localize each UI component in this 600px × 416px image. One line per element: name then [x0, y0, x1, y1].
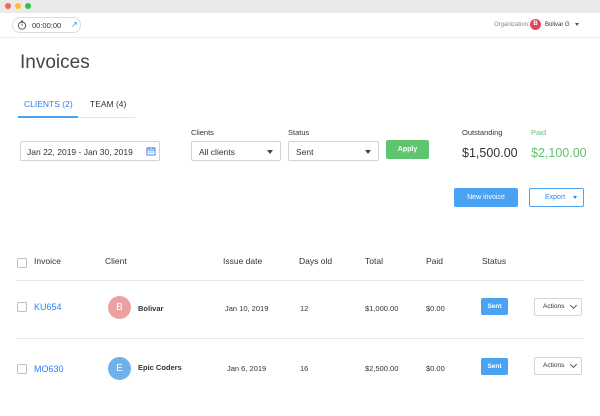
status-badge: Sent	[481, 298, 508, 315]
arrow-up-right-icon[interactable]: ↗	[71, 20, 78, 29]
row-checkbox[interactable]	[17, 302, 27, 312]
status-filter-label: Status	[288, 128, 310, 137]
actions-label: Actions	[543, 303, 565, 310]
chevron-down-icon	[569, 301, 578, 310]
page-title: Invoices	[20, 52, 90, 73]
caret-down-icon	[365, 150, 371, 154]
caret-down-icon[interactable]	[575, 23, 579, 26]
new-invoice-button[interactable]: New invoice	[454, 188, 518, 207]
organization-avatar[interactable]: B	[530, 19, 541, 30]
window-titlebar	[0, 0, 600, 13]
select-all-checkbox[interactable]	[17, 258, 27, 268]
stopwatch-icon	[17, 20, 27, 30]
column-header-invoice[interactable]: Invoice	[34, 256, 61, 266]
caret-down-icon	[267, 150, 273, 154]
client-avatar: E	[108, 357, 131, 380]
invoice-paid: $0.00	[426, 304, 445, 313]
top-bar: 00:00:00 ↗ Organization: B Bolivar G	[0, 13, 600, 38]
days-old: 16	[300, 364, 309, 373]
invoice-total: $1,000.00	[365, 304, 399, 313]
organization-label: Organization:	[494, 22, 530, 28]
outstanding-label: Outstanding	[462, 128, 503, 137]
status-select[interactable]: Sent	[288, 141, 379, 161]
row-divider	[16, 338, 584, 339]
calendar-icon[interactable]	[146, 146, 156, 156]
days-old: 12	[300, 304, 309, 313]
timer-widget[interactable]: 00:00:00 ↗	[12, 17, 81, 33]
invoice-number-link[interactable]: MO630	[34, 364, 64, 374]
column-header-issue-date[interactable]: Issue date	[223, 256, 262, 266]
actions-dropdown-button[interactable]: Actions	[534, 357, 582, 375]
outstanding-amount: $1,500.00	[462, 146, 518, 160]
paid-amount: $2,100.00	[531, 146, 587, 160]
table-header-divider	[16, 280, 584, 281]
active-tab-indicator	[18, 116, 78, 118]
timer-display: 00:00:00	[32, 21, 62, 30]
status-badge: Sent	[481, 358, 508, 375]
invoice-total: $2,500.00	[365, 364, 399, 373]
date-range-picker[interactable]: Jan 22, 2019 - Jan 30, 2019	[20, 141, 160, 161]
issue-date: Jan 10, 2019	[225, 304, 269, 313]
actions-dropdown-button[interactable]: Actions	[534, 298, 582, 316]
chevron-down-icon	[569, 360, 578, 369]
maximize-window-button[interactable]	[25, 3, 31, 9]
client-avatar: B	[108, 296, 131, 319]
actions-label: Actions	[543, 362, 565, 369]
client-name: Epic Coders	[138, 363, 182, 372]
invoice-paid: $0.00	[426, 364, 445, 373]
client-name: Bolivar	[138, 304, 164, 313]
column-header-client[interactable]: Client	[105, 256, 127, 266]
minimize-window-button[interactable]	[15, 3, 21, 9]
column-header-days-old[interactable]: Days old	[299, 256, 332, 266]
column-header-status[interactable]: Status	[482, 256, 506, 266]
clients-select[interactable]: All clients	[191, 141, 281, 161]
column-header-paid[interactable]: Paid	[426, 256, 443, 266]
paid-label: Paid	[531, 128, 547, 137]
export-button[interactable]: Export	[529, 188, 584, 207]
clients-filter-label: Clients	[191, 128, 214, 137]
export-button-label: Export	[545, 194, 566, 201]
close-window-button[interactable]	[5, 3, 11, 9]
date-range-value: Jan 22, 2019 - Jan 30, 2019	[27, 147, 133, 157]
tab-clients[interactable]: CLIENTS (2)	[24, 99, 73, 109]
organization-name[interactable]: Bolivar G	[545, 22, 570, 28]
row-checkbox[interactable]	[17, 364, 27, 374]
invoice-number-link[interactable]: KU654	[34, 302, 62, 312]
column-header-total[interactable]: Total	[365, 256, 383, 266]
clients-select-value: All clients	[199, 147, 235, 157]
tab-team[interactable]: TEAM (4)	[90, 99, 126, 109]
apply-button[interactable]: Apply	[386, 140, 429, 159]
status-select-value: Sent	[296, 147, 314, 157]
issue-date: Jan 6, 2019	[227, 364, 267, 373]
caret-down-icon	[573, 196, 577, 199]
